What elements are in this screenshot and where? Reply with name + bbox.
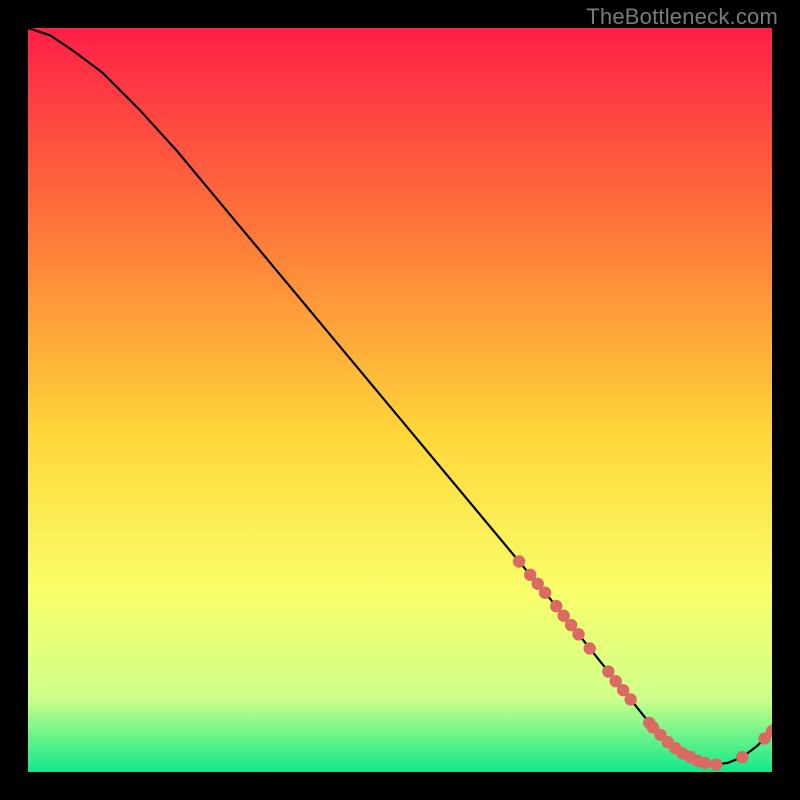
data-marker: [699, 757, 711, 769]
chart-frame: TheBottleneck.com: [0, 0, 800, 800]
gradient-background: [28, 28, 772, 772]
data-marker: [736, 751, 748, 763]
data-marker: [584, 642, 596, 654]
data-marker: [513, 555, 525, 567]
chart-svg: [28, 28, 772, 772]
data-marker: [710, 758, 722, 770]
plot-area: [28, 28, 772, 772]
data-marker: [572, 628, 584, 640]
data-marker: [624, 693, 636, 705]
data-marker: [539, 587, 551, 599]
watermark-text: TheBottleneck.com: [586, 4, 778, 30]
